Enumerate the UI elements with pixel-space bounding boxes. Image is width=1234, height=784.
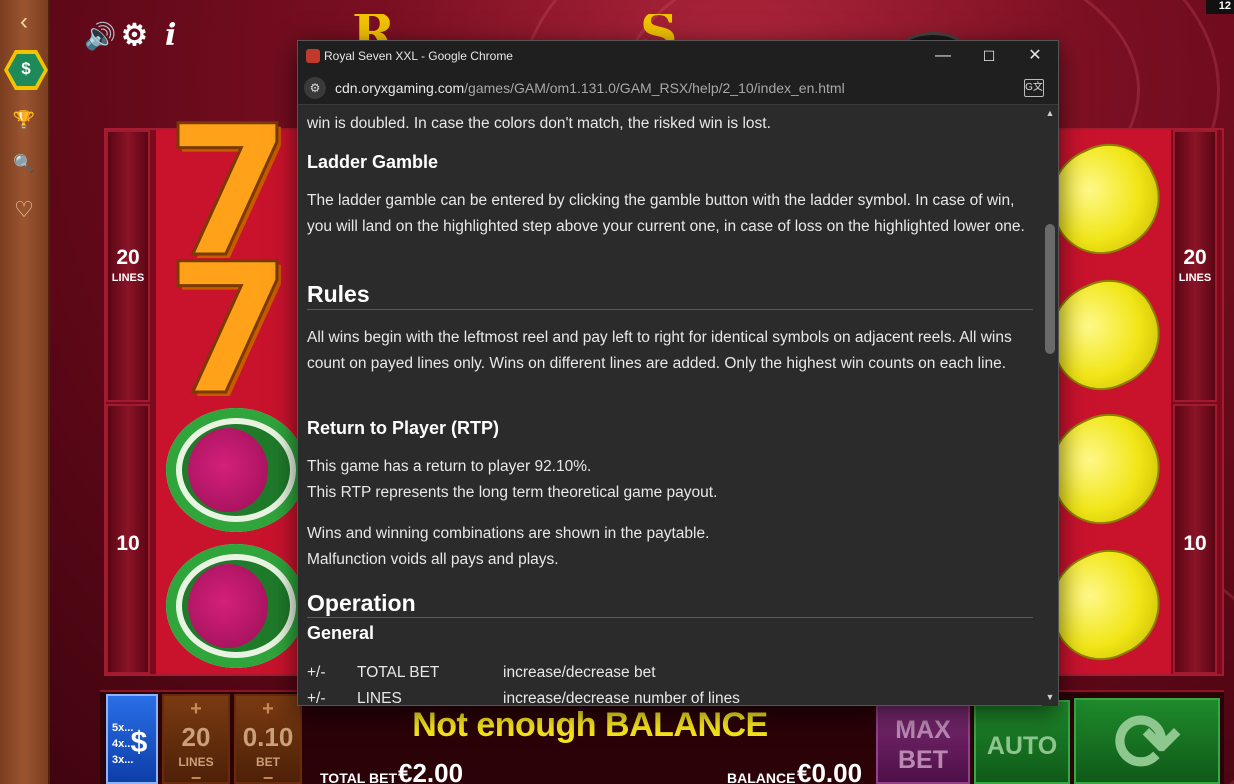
heading-divider [307,309,1033,310]
line-number: 20 [1183,246,1207,269]
scroll-up-arrow-icon[interactable]: ▲ [1042,106,1058,120]
help-content: win is doubled. In case the colors don't… [298,106,1042,706]
coins-icon[interactable]: $ [4,50,48,90]
section-heading: Ladder Gamble [307,152,439,172]
status-message: Not enough BALANCE [412,706,768,744]
seven-symbol: 7 [164,226,292,435]
dollar-icon: $ [130,726,148,759]
bet-control[interactable]: + 0.10 BET − [234,694,302,784]
gamble-button[interactable]: 5x... 4x... 3x... $ [106,694,158,784]
lines-label: LINES [178,755,214,769]
section-heading: Operation [307,590,416,616]
url-path: /games/GAM/om1.131.0/GAM_RSX/help/2_10/i… [464,80,845,96]
lines-control[interactable]: + 20 LINES − [162,694,230,784]
site-info-icon[interactable]: ⚙ [304,77,326,99]
auto-button[interactable]: AUTO [974,700,1070,784]
body-text: This RTP represents the long term theore… [307,484,718,501]
translate-icon[interactable]: G文 [1024,79,1044,97]
table-cell: +/- [307,690,326,706]
body-text: Malfunction voids all pays and plays. [307,551,559,568]
left-sidebar: ‹ $ 🏆 🔍 ♡ [0,0,50,784]
back-arrow-icon[interactable]: ‹ [0,8,48,36]
table-cell: increase/decrease bet [503,664,656,681]
spin-button[interactable]: ⟳ [1074,698,1220,784]
search-icon[interactable]: 🔍 [0,154,48,174]
auto-label: AUTO [986,732,1058,760]
sound-icon[interactable]: 🔊 [84,20,116,52]
url-host: cdn.oryxgaming.com [335,80,465,96]
spin-icon: ⟳ [1113,698,1181,784]
body-text: Wins and winning combinations are shown … [307,525,710,542]
balance-value: €0.00 [797,758,863,784]
lines-value: 20 [181,722,211,752]
body-text: The ladder gamble can be entered by clic… [307,192,1025,235]
line-caption: LINES [111,272,145,284]
body-text: win is doubled. In case the colors don't… [307,115,771,132]
close-button[interactable]: ✕ [1012,45,1058,67]
total-bet-value: €2.00 [398,758,464,784]
table-cell: increase/decrease number of lines [503,690,740,706]
trophy-icon[interactable]: 🏆 [0,110,48,131]
window-titlebar[interactable]: Royal Seven XXL - Google Chrome — ☐ ✕ [298,41,1058,71]
corner-badge: 12 [1206,0,1234,14]
scrollbar-thumb[interactable] [1045,224,1055,354]
section-heading: Rules [307,281,370,307]
table-cell: TOTAL BET [357,664,440,681]
browser-popup-window: Royal Seven XXL - Google Chrome — ☐ ✕ ⚙ … [297,40,1059,706]
window-title: Royal Seven XXL - Google Chrome [324,49,513,63]
minimize-button[interactable]: — [920,45,966,67]
max-bet-label: MAX [895,716,951,744]
line-caption: LINES [1178,272,1212,284]
body-text: All wins begin with the leftmost reel an… [307,329,1012,372]
watermelon-symbol [166,408,306,532]
balance-label: BALANCE [727,770,796,784]
table-cell: +/- [307,664,326,681]
max-bet-label: BET [898,746,948,774]
line-number: 10 [116,532,140,555]
bet-plus-icon[interactable]: + [236,698,300,721]
heart-icon[interactable]: ♡ [0,197,48,223]
body-text: This game has a return to player 92.10%. [307,458,592,475]
total-bet-label: TOTAL BET [320,770,397,784]
info-icon[interactable]: i [165,20,176,52]
watermelon-symbol [166,544,306,668]
section-heading: General [307,623,375,643]
lines-minus-icon[interactable]: − [164,768,228,784]
scroll-down-arrow-icon[interactable]: ▼ [1042,690,1058,704]
url-text[interactable]: cdn.oryxgaming.com/games/GAM/om1.131.0/G… [335,80,845,96]
game-logo-fragment: S [640,14,700,42]
table-cell: LINES [357,690,402,706]
lines-plus-icon[interactable]: + [164,698,228,721]
line-number: 10 [1183,532,1207,555]
heading-divider [307,617,1033,618]
site-favicon-icon [306,49,320,63]
vertical-scrollbar[interactable]: ▲ ▼ [1042,106,1058,706]
line-number: 20 [116,246,140,269]
settings-gear-icon[interactable]: ⚙ [121,20,148,52]
bet-label: BET [256,755,280,769]
section-heading: Return to Player (RTP) [307,418,500,438]
game-logo: R [352,14,412,42]
address-bar[interactable]: ⚙ cdn.oryxgaming.com/games/GAM/om1.131.0… [298,71,1058,105]
bet-value: 0.10 [242,722,294,752]
bet-minus-icon[interactable]: − [236,768,300,784]
max-bet-button[interactable]: MAX BET [876,704,970,784]
maximize-button[interactable]: ☐ [966,45,1012,67]
